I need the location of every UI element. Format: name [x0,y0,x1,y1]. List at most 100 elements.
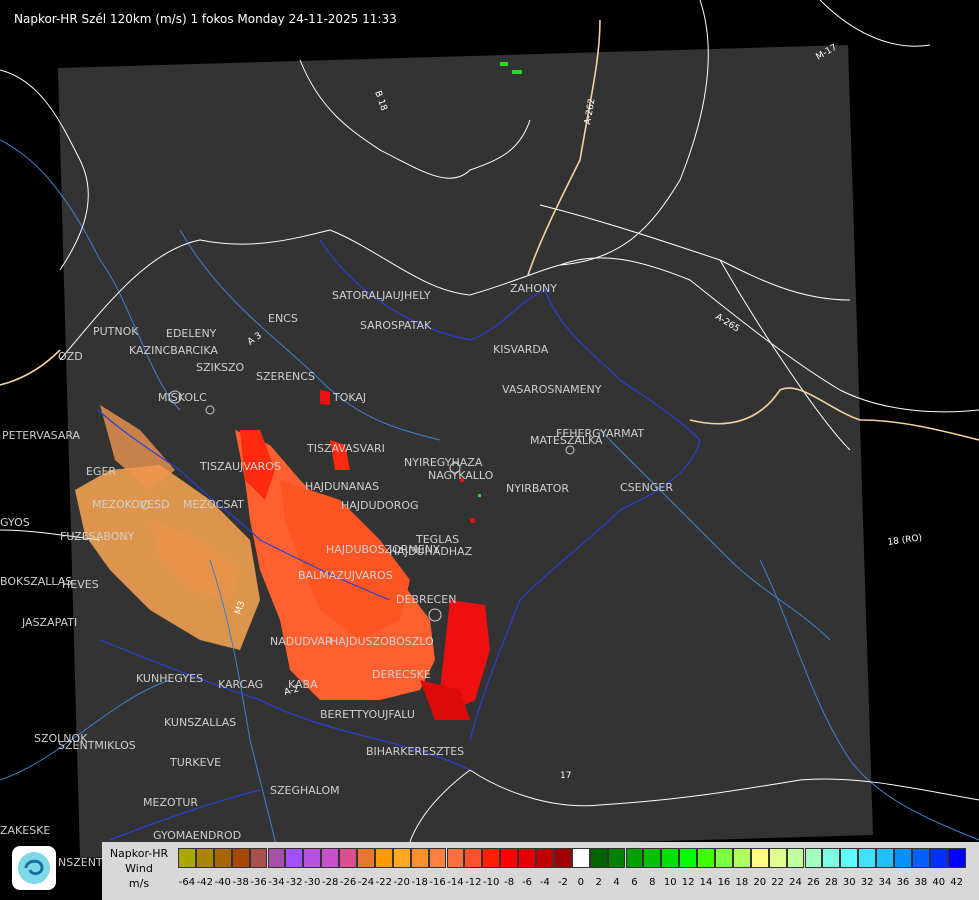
legend-tick: 34 [878,877,892,888]
city-label: TEGLAS [415,533,459,546]
city-label: KAZINCBARCIKA [129,344,218,357]
city-label: MISKOLC [158,391,207,404]
legend-tick: 36 [896,877,910,888]
legend-swatch [195,848,214,868]
legend-tick: 6 [631,877,638,888]
legend-tick: 22 [771,877,785,888]
city-label: EGER [86,465,116,478]
legend-tick: -26 [339,877,357,888]
legend-tick: -20 [393,877,410,888]
city-label: ENCS [268,312,298,325]
city-label: TISZAVASVARI [306,442,385,455]
legend-tick: 4 [613,877,620,888]
legend-swatch [768,848,787,868]
city-label: PETERVASARA [2,429,81,442]
legend-swatch [428,848,447,868]
legend-swatch [876,848,894,868]
legend-swatch [392,848,411,868]
legend-tick: 38 [914,877,928,888]
city-label: SZERENCS [256,370,315,383]
city-label: ZAHONY [510,282,557,295]
city-label: NYIREGYHAZA [404,456,483,469]
legend-swatch [553,848,572,868]
city-label: ZAKESKE [0,824,50,837]
legend-tick: 42 [950,877,964,888]
legend-swatch [267,848,286,868]
legend-tick: 0 [577,877,584,888]
legend-swatch [947,848,966,868]
road-label: 18 (RO) [887,533,923,548]
legend-swatch [858,848,877,868]
legend-swatch [625,848,644,868]
legend-tick: -40 [214,877,231,888]
legend-swatch [500,848,519,868]
city-label: HAJDUHADHAZ [389,545,473,558]
legend-swatch [374,848,393,868]
legend-tick: -12 [465,877,482,888]
city-label: FUZESABONY [60,530,135,543]
legend-tick: 18 [735,877,749,888]
legend-tick: -42 [196,877,214,888]
legend-swatch [231,848,250,868]
city-label: GYOMAENDROD [153,829,241,842]
city-label: JASZAPATI [21,616,77,629]
legend-tick: -10 [483,877,500,888]
legend-swatch [786,848,805,868]
legend-swatch [715,848,733,868]
legend-tick: -6 [522,877,533,888]
city-label: KARCAG [218,678,263,691]
legend-tick: -22 [375,877,393,888]
legend-swatch [679,848,698,868]
legend-tick: 28 [824,877,838,888]
legend-product: Napkor-HR [109,847,169,860]
legend-swatch [643,848,662,868]
city-label: OZD [58,350,83,363]
legend-tick: 2 [595,877,602,888]
legend-swatch [464,848,483,868]
city-label: EDELENY [166,327,217,340]
napkor-logo-icon [12,846,56,890]
legend-swatch [446,848,465,868]
legend-swatch [697,848,715,868]
city-label: KUNSZALLAS [164,716,236,729]
legend-swatch [303,848,322,868]
city-label: GYOS [0,516,30,529]
legend-swatch [607,848,626,868]
coverage-area [58,45,873,858]
legend-swatch [178,848,196,868]
legend-swatch [661,848,680,868]
legend-tick: -30 [304,877,321,888]
legend-swatch [357,848,375,868]
city-label: BIHARKERESZTES [366,745,464,758]
radar-map[interactable]: B 18 A-262 A-265 M-17 18 (RO) A-2 17 A 3… [0,0,979,900]
legend-swatch [840,848,859,868]
city-label: BALMAZUJVAROS [298,569,393,582]
city-label: TISZAUJVAROS [199,460,281,473]
legend-swatch [339,848,357,868]
legend-tick: -34 [268,877,285,888]
legend-tick: 10 [663,877,677,888]
city-label: HAJDUNANAS [305,480,379,493]
legend-tick: -14 [447,877,464,888]
city-label: BOKSZALLAS [0,575,72,588]
city-label: MATESZALKA [530,434,603,447]
city-label: TOKAJ [332,391,366,404]
legend-tick: -38 [232,877,249,888]
legend-tick: -18 [411,877,428,888]
legend-swatch [589,848,608,868]
legend-swatch [732,848,751,868]
city-label: VASAROSNAMENY [502,383,602,396]
legend-swatch [571,848,590,868]
legend-tick: -16 [429,877,446,888]
legend-title: Napkor-HR Wind m/s [104,846,174,891]
legend-swatch [213,848,232,868]
city-label: DERECSKE [372,668,431,681]
legend-swatch [249,848,268,868]
legend-swatch [518,848,536,868]
legend-tick: 14 [699,877,713,888]
city-label: BERETTYOUJFALU [320,708,415,721]
city-label: SZENTMIKLOS [58,739,136,752]
legend-tick: -4 [539,877,550,888]
legend-unit: m/s [128,877,150,890]
legend-tick: -8 [504,877,515,888]
